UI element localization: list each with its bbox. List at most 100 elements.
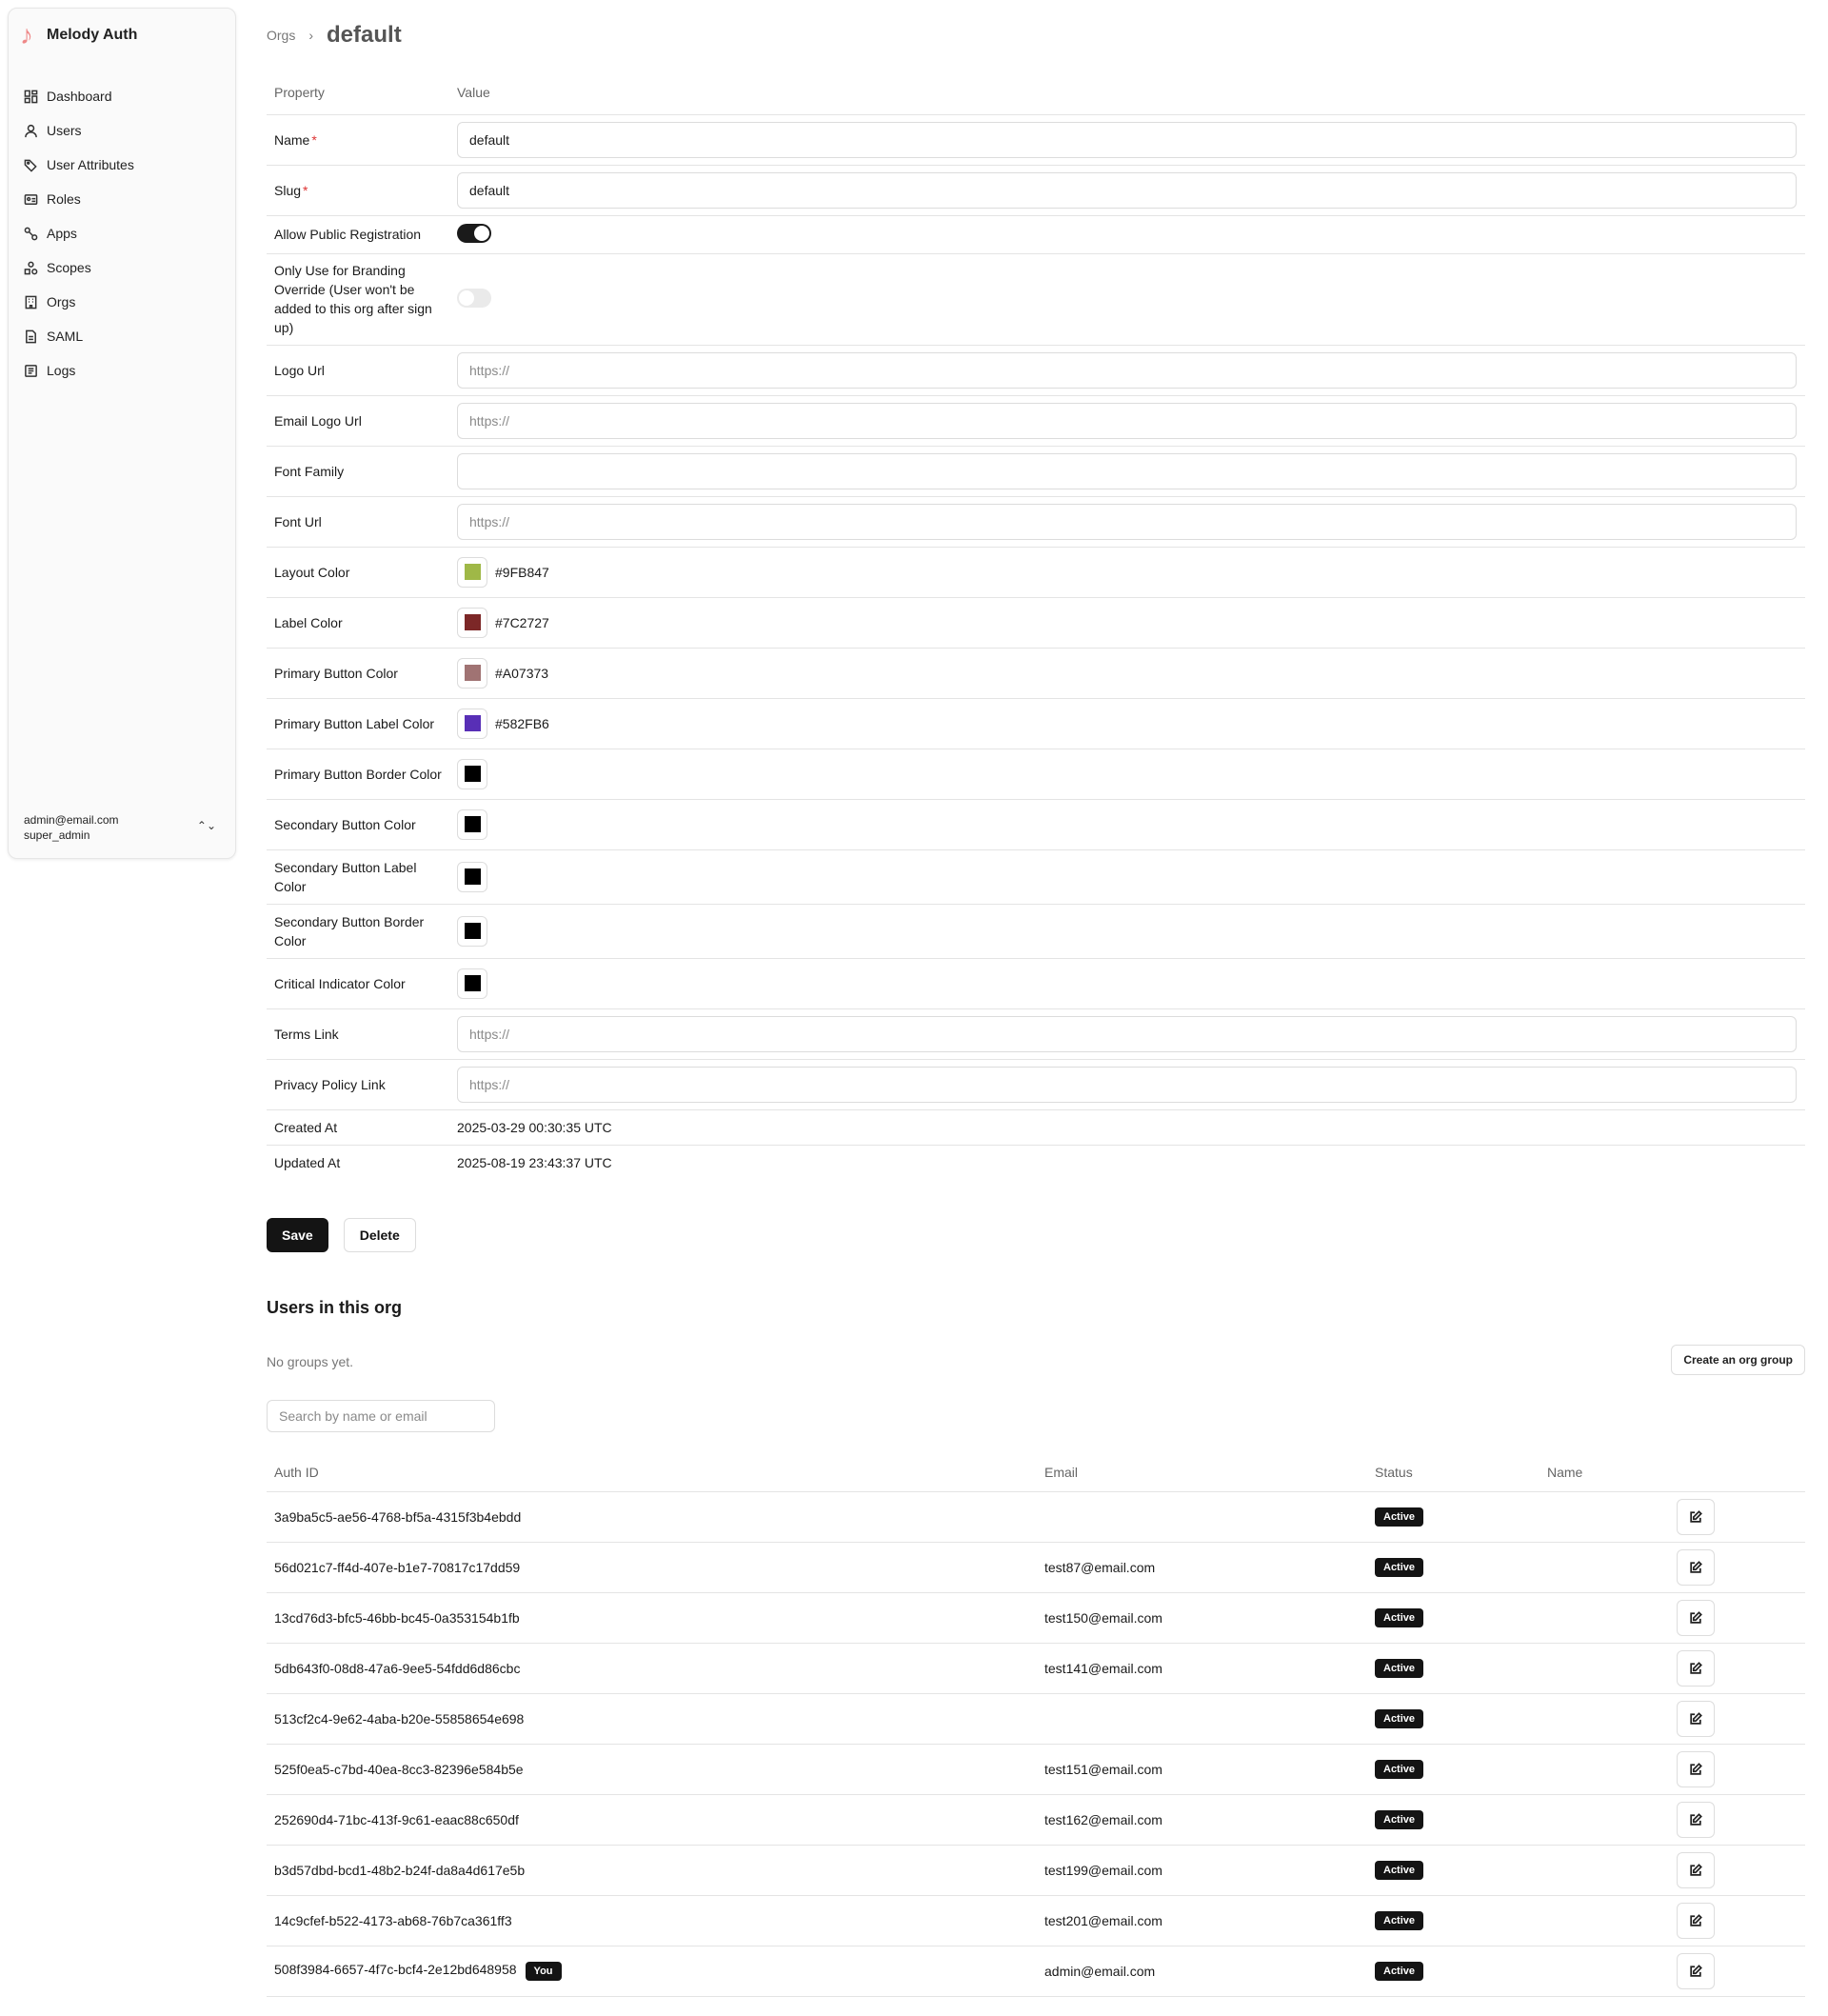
- account-email: admin@email.com: [24, 813, 119, 827]
- name-cell: [1540, 1845, 1669, 1896]
- logo-url-input[interactable]: https://: [457, 351, 1797, 389]
- color-hex: #582FB6: [495, 715, 549, 731]
- row-font-family: Font Family: [267, 446, 1805, 497]
- delete-button[interactable]: Delete: [343, 1218, 416, 1252]
- row-primary-button-label-color: Primary Button Label Color #582FB6: [267, 698, 1805, 749]
- sidebar-item-roles[interactable]: Roles: [24, 182, 220, 216]
- actions-cell: [1669, 1643, 1805, 1694]
- edit-user-button[interactable]: [1677, 1750, 1715, 1787]
- sidebar-item-dashboard[interactable]: Dashboard: [24, 79, 220, 113]
- sidebar-item-label: Logs: [47, 363, 76, 378]
- terms-link-input[interactable]: https://: [457, 1015, 1797, 1052]
- edit-icon: [1690, 1661, 1702, 1674]
- email-cell: test201@email.com: [1037, 1895, 1367, 1946]
- id-card-icon: [24, 193, 38, 205]
- name-cell: [1540, 1643, 1669, 1694]
- edit-user-button[interactable]: [1677, 1952, 1715, 1989]
- sidebar-item-users[interactable]: Users: [24, 113, 220, 148]
- email-cell: test150@email.com: [1037, 1592, 1367, 1644]
- layout-color-picker[interactable]: [457, 556, 487, 588]
- row-primary-button-border-color: Primary Button Border Color: [267, 749, 1805, 800]
- edit-user-button[interactable]: [1677, 1649, 1715, 1687]
- sidebar-item-user-attributes[interactable]: User Attributes: [24, 148, 220, 182]
- user-icon: [25, 124, 37, 137]
- field-label: Layout Color: [267, 547, 449, 598]
- account-switcher[interactable]: admin@email.com super_admin ⌃⌄: [24, 812, 220, 843]
- user-search-input[interactable]: Search by name or email: [267, 1400, 495, 1432]
- brand[interactable]: ♪ Melody Auth: [9, 9, 235, 62]
- no-groups-text: No groups yet.: [267, 1354, 354, 1369]
- allow-public-registration-toggle[interactable]: [457, 223, 491, 243]
- breadcrumb-orgs-link[interactable]: Orgs: [267, 28, 295, 43]
- sidebar-item-orgs[interactable]: Orgs: [24, 285, 220, 319]
- slug-input[interactable]: default: [457, 171, 1797, 209]
- sidebar-item-label: Users: [47, 123, 82, 138]
- page-title: default: [327, 22, 402, 48]
- field-label: Secondary Button Label Color: [267, 849, 449, 905]
- auth-id: 14c9cfef-b522-4173-ab68-76b7ca361ff3: [274, 1912, 512, 1928]
- status-cell: Active: [1367, 1794, 1540, 1846]
- edit-user-button[interactable]: [1677, 1700, 1715, 1737]
- field-label: Font Family: [267, 446, 449, 497]
- field-label: Created At: [267, 1109, 449, 1146]
- status-cell: Active: [1367, 1693, 1540, 1745]
- color-hex: #7C2727: [495, 614, 549, 630]
- row-privacy-policy-link: Privacy Policy Link https://: [267, 1059, 1805, 1110]
- branding-override-toggle[interactable]: [457, 288, 491, 308]
- name-cell: [1540, 1744, 1669, 1795]
- edit-icon: [1690, 1509, 1702, 1523]
- sidebar-item-scopes[interactable]: Scopes: [24, 250, 220, 285]
- color-hex: #A07373: [495, 665, 549, 681]
- primary-button-color-picker[interactable]: [457, 657, 487, 689]
- color-swatch: [464, 715, 481, 731]
- edit-user-button[interactable]: [1677, 1498, 1715, 1535]
- auth-id: 508f3984-6657-4f7c-bcf4-2e12bd648958: [274, 1961, 517, 1977]
- secondary-button-color-picker[interactable]: [457, 808, 487, 840]
- row-font-url: Font Url https://: [267, 496, 1805, 548]
- status-badge: Active: [1375, 1507, 1424, 1527]
- status-badge: Active: [1375, 1759, 1424, 1779]
- edit-user-button[interactable]: [1677, 1548, 1715, 1586]
- edit-user-button[interactable]: [1677, 1851, 1715, 1888]
- row-logo-url: Logo Url https://: [267, 345, 1805, 396]
- sidebar-nav: Dashboard Users User Attributes Roles Ap…: [9, 79, 235, 388]
- edit-user-button[interactable]: [1677, 1801, 1715, 1838]
- primary-button-label-color-picker[interactable]: [457, 708, 487, 739]
- field-label: Logo Url: [267, 345, 449, 396]
- secondary-button-label-color-picker[interactable]: [457, 861, 487, 892]
- primary-button-border-color-picker[interactable]: [457, 758, 487, 789]
- status-badge: Active: [1375, 1607, 1424, 1627]
- file-icon: [26, 329, 36, 343]
- save-button[interactable]: Save: [267, 1218, 328, 1252]
- field-label: Primary Button Label Color: [267, 698, 449, 749]
- sidebar-item-logs[interactable]: Logs: [24, 353, 220, 388]
- required-indicator: *: [303, 182, 308, 198]
- edit-icon: [1690, 1863, 1702, 1876]
- edit-user-button[interactable]: [1677, 1902, 1715, 1939]
- name-input[interactable]: default: [457, 121, 1797, 158]
- edit-user-button[interactable]: [1677, 1599, 1715, 1636]
- updated-at-value: 2025-08-19 23:43:37 UTC: [457, 1154, 612, 1170]
- field-label: Primary Button Color: [267, 648, 449, 699]
- sidebar-item-saml[interactable]: SAML: [24, 319, 220, 353]
- critical-indicator-color-picker[interactable]: [457, 968, 487, 999]
- auth-id: 525f0ea5-c7bd-40ea-8cc3-82396e584b5e: [274, 1761, 524, 1777]
- edit-icon: [1690, 1964, 1702, 1977]
- secondary-button-border-color-picker[interactable]: [457, 915, 487, 947]
- row-layout-color: Layout Color #9FB847: [267, 547, 1805, 598]
- email-logo-url-input[interactable]: https://: [457, 402, 1797, 439]
- auth-id-cell: 14c9cfef-b522-4173-ab68-76b7ca361ff3: [267, 1895, 1037, 1946]
- row-updated-at: Updated At 2025-08-19 23:43:37 UTC: [267, 1145, 1805, 1180]
- column-header-value: Value: [449, 70, 1805, 115]
- sidebar-item-apps[interactable]: Apps: [24, 216, 220, 250]
- account-role: super_admin: [24, 828, 90, 842]
- row-secondary-button-label-color: Secondary Button Label Color: [267, 849, 1805, 905]
- chevron-up-down-icon: ⌃⌄: [196, 819, 216, 832]
- email-cell: test151@email.com: [1037, 1744, 1367, 1795]
- font-url-input[interactable]: https://: [457, 503, 1797, 540]
- create-org-group-button[interactable]: Create an org group: [1671, 1345, 1805, 1375]
- privacy-policy-link-input[interactable]: https://: [457, 1066, 1797, 1103]
- label-color-picker[interactable]: [457, 607, 487, 638]
- font-family-input[interactable]: [457, 452, 1797, 489]
- actions-cell: [1669, 1542, 1805, 1593]
